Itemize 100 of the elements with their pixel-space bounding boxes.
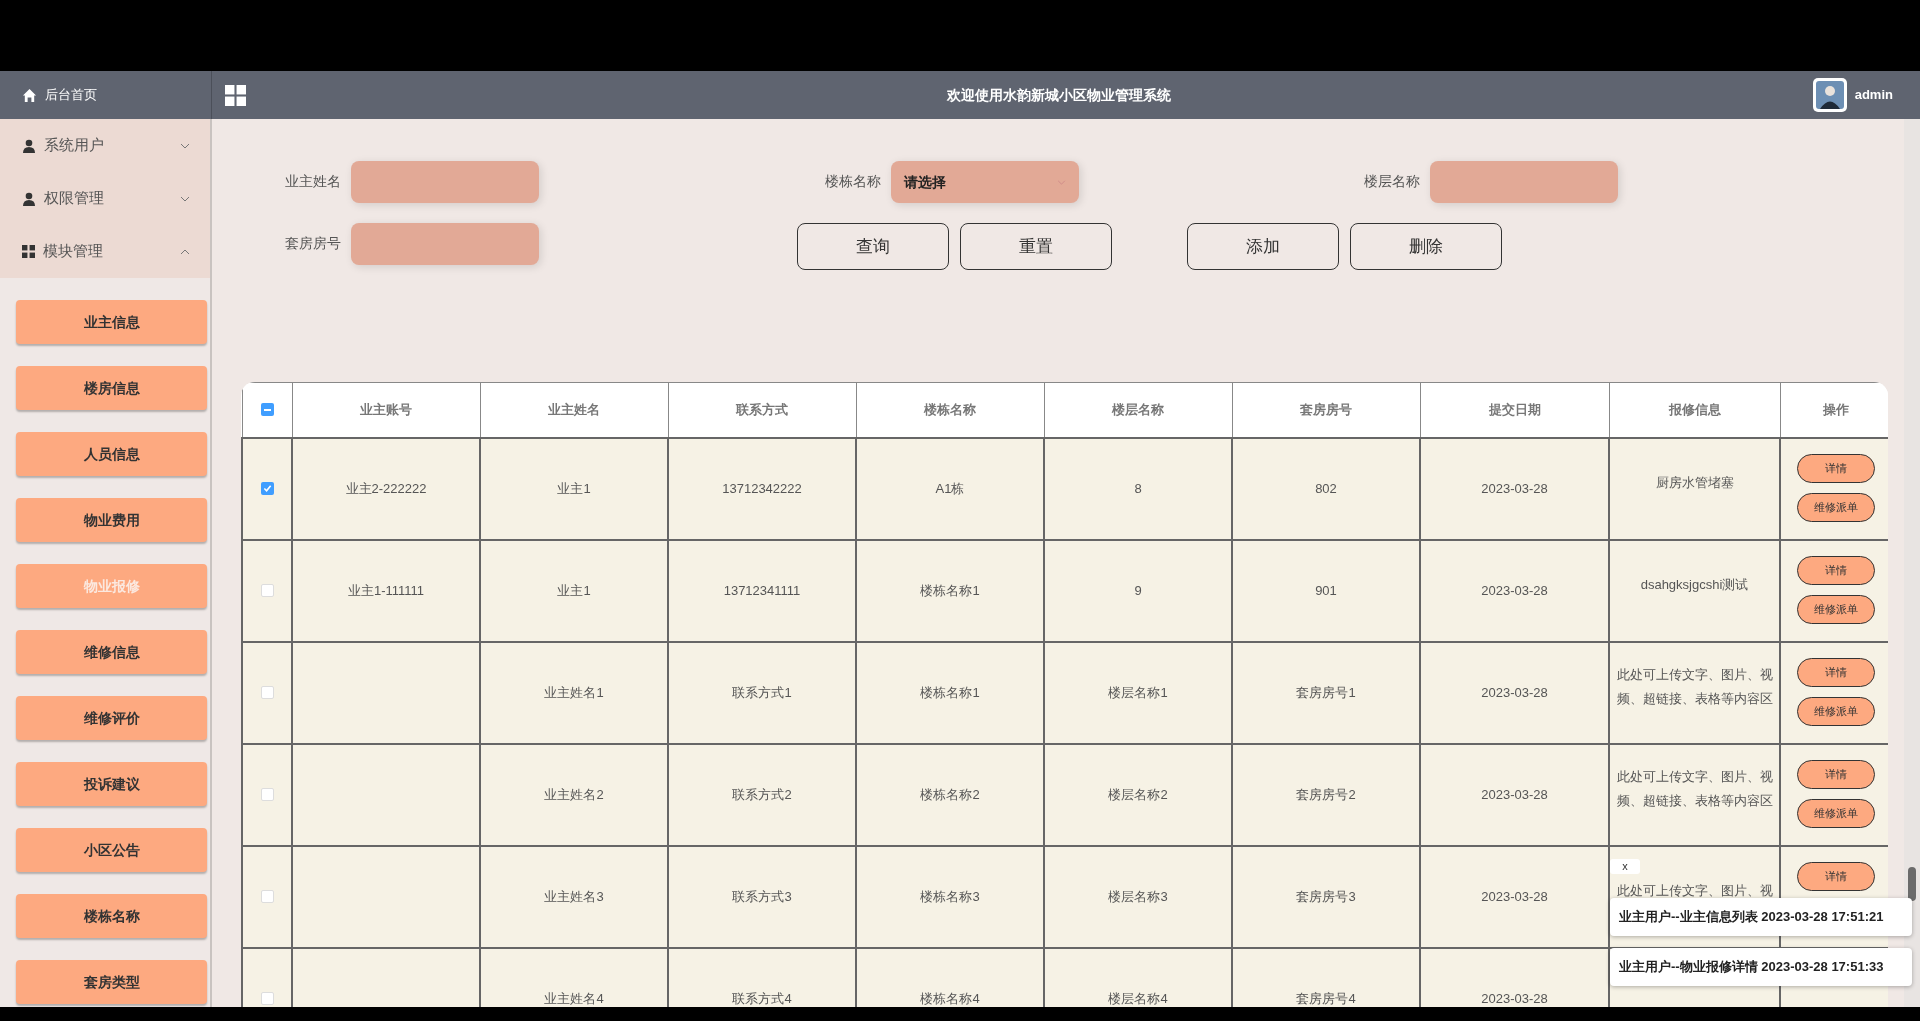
table-cell: 联系方式4 (732, 990, 792, 1006)
username[interactable]: admin (1854, 85, 1893, 105)
action-button[interactable]: 重置 (960, 223, 1112, 270)
table-cell: 802 (1315, 480, 1337, 496)
menu-icon[interactable] (225, 84, 246, 106)
column-header: 提交日期 (1420, 382, 1609, 438)
table-cell: 2023-03-28 (1481, 990, 1548, 1006)
grid-icon (22, 245, 35, 258)
row-action-button[interactable]: 详情 (1797, 555, 1875, 585)
field-label: 套房房号 (284, 234, 342, 253)
table-cell: 楼栋名称2 (920, 786, 980, 802)
row-action-button[interactable]: 详情 (1797, 861, 1875, 891)
menu-group[interactable]: 权限管理 (0, 172, 210, 225)
sidebar-item[interactable]: 小区公告 (16, 828, 207, 872)
table-cell: 业主姓名2 (544, 786, 604, 802)
row-action-button[interactable]: 详情 (1797, 453, 1875, 483)
avatar[interactable] (1812, 78, 1847, 112)
person-icon (22, 138, 36, 153)
table-cell: 楼栋名称1 (920, 582, 980, 598)
table-cell: 楼层名称1 (1108, 684, 1168, 700)
action-button[interactable]: 查询 (797, 223, 949, 270)
table-cell: 楼层名称2 (1108, 786, 1168, 802)
table-cell: 2023-03-28 (1481, 684, 1548, 700)
table-cell: 2023-03-28 (1481, 480, 1548, 496)
table-cell: A1栋 (935, 480, 965, 496)
sidebar-item[interactable]: 物业费用 (16, 498, 207, 542)
sidebar-item[interactable]: 维修评价 (16, 696, 207, 740)
row-checkbox[interactable] (260, 992, 274, 1005)
row-checkbox[interactable] (260, 788, 274, 801)
row-action-button[interactable]: 维修派单 (1797, 492, 1875, 522)
input-field[interactable] (351, 161, 539, 203)
person-icon (22, 191, 36, 206)
table-cell: 13712341111 (723, 582, 801, 598)
table-cell: 楼栋名称3 (920, 888, 980, 904)
table-cell: 业主1-111111 (347, 582, 425, 598)
app-title: 欢迎使用水韵新城小区物业管理系统 (947, 85, 1171, 105)
table-cell: 楼层名称4 (1108, 990, 1168, 1006)
row-action-button[interactable]: 维修派单 (1797, 798, 1875, 828)
menu-group[interactable]: 模块管理 (0, 225, 210, 278)
row-checkbox[interactable] (260, 686, 274, 699)
column-header: 报修信息 (1609, 382, 1780, 438)
row-checkbox[interactable] (260, 890, 274, 903)
table-cell: 楼层名称3 (1108, 888, 1168, 904)
sidebar-item[interactable]: 投诉建议 (16, 762, 207, 806)
column-header: 操作 (1780, 382, 1888, 438)
select-field[interactable]: 请选择 (891, 161, 1079, 203)
table-cell: dsahgksjgcshi测试 (1640, 576, 1749, 592)
scrollbar[interactable] (1908, 867, 1916, 901)
input-field[interactable] (351, 223, 539, 265)
table-cell: 厨房水管堵塞 (1655, 474, 1734, 490)
row-action-button[interactable]: 详情 (1797, 657, 1875, 687)
table-cell: 业主1 (557, 480, 591, 496)
sidebar-item[interactable]: 业主信息 (16, 300, 207, 344)
column-header: 楼栋名称 (856, 382, 1044, 438)
table-cell: 联系方式3 (732, 888, 792, 904)
table-cell: 业主姓名3 (544, 888, 604, 904)
action-button[interactable]: 添加 (1187, 223, 1339, 270)
chevron-up-icon (180, 248, 190, 255)
field-label: 楼层名称 (1363, 172, 1421, 191)
table-cell: 楼栋名称4 (920, 990, 980, 1006)
table-cell: 套房房号4 (1296, 990, 1356, 1006)
sidebar-item[interactable]: 楼栋名称 (16, 894, 207, 938)
table-cell: 8 (1134, 480, 1142, 496)
sidebar-item[interactable]: 套房类型 (16, 960, 207, 1004)
notification: 业主用户--业主信息列表 2023-03-28 17:51:21 (1610, 898, 1912, 936)
sidebar-item[interactable]: 人员信息 (16, 432, 207, 476)
home-link[interactable]: 后台首页 (45, 85, 97, 105)
table-cell: 套房房号1 (1296, 684, 1356, 700)
table-cell: 套房房号3 (1296, 888, 1356, 904)
field-label: 业主姓名 (284, 172, 342, 191)
row-action-button[interactable]: 详情 (1797, 759, 1875, 789)
table-cell: 2023-03-28 (1481, 582, 1548, 598)
table-cell: 业主姓名4 (544, 990, 604, 1006)
action-button[interactable]: 删除 (1350, 223, 1502, 270)
table-cell: 2023-03-28 (1481, 888, 1548, 904)
table-cell: 13712342222 (722, 480, 802, 496)
notification: 业主用户--物业报修详情 2023-03-28 17:51:33 (1610, 948, 1912, 986)
home-icon (22, 87, 37, 103)
column-header: 套房房号 (1232, 382, 1420, 438)
table-cell: 2023-03-28 (1481, 786, 1548, 802)
table-cell: 业主姓名1 (544, 684, 604, 700)
menu-group[interactable]: 系统用户 (0, 119, 210, 172)
table-cell: 套房房号2 (1296, 786, 1356, 802)
chevron-down-icon (180, 142, 190, 149)
row-checkbox[interactable] (260, 482, 274, 495)
table-cell: 联系方式1 (732, 684, 792, 700)
sidebar-item[interactable]: 楼房信息 (16, 366, 207, 410)
row-action-button[interactable]: 维修派单 (1797, 594, 1875, 624)
sidebar-item[interactable]: 维修信息 (16, 630, 207, 674)
table-cell: 此处可上传文字、图片、视 (1616, 882, 1773, 898)
table-cell: 业主2-222222 (345, 480, 427, 496)
column-header: 楼层名称 (1044, 382, 1232, 438)
close-button[interactable]: x (1610, 859, 1640, 874)
field-label: 楼栋名称 (824, 172, 882, 191)
row-action-button[interactable]: 维修派单 (1797, 696, 1875, 726)
table-cell: 楼栋名称1 (920, 684, 980, 700)
select-all-checkbox[interactable] (260, 403, 274, 417)
row-checkbox[interactable] (260, 584, 274, 597)
input-field[interactable] (1430, 161, 1618, 203)
table-cell: 联系方式2 (732, 786, 792, 802)
